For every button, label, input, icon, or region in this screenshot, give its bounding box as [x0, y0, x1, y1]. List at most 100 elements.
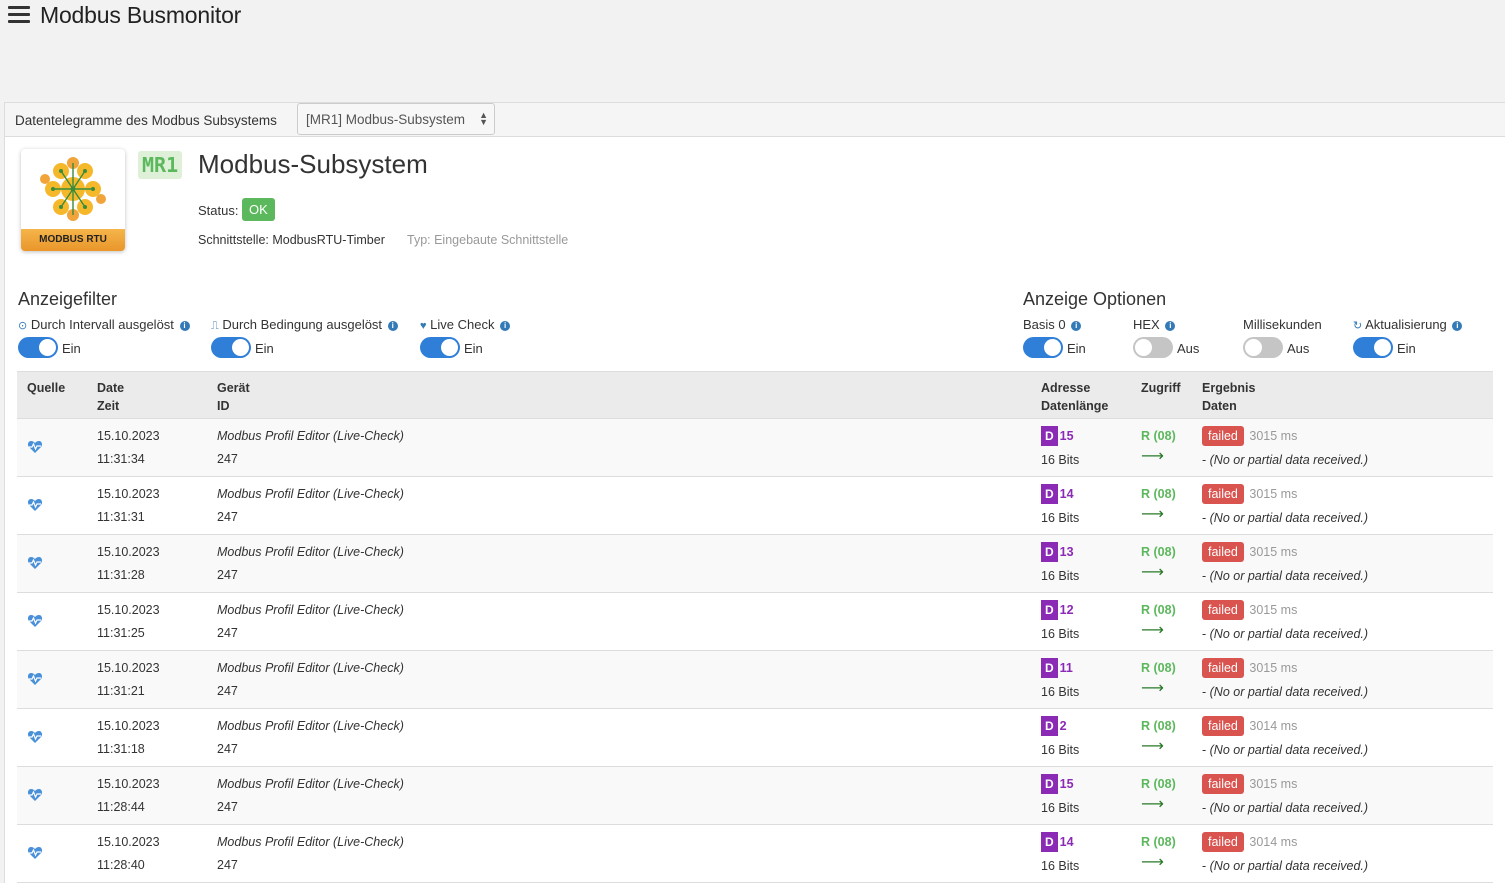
- row-data-type: D: [1041, 600, 1058, 620]
- row-access: R (08): [1141, 545, 1176, 559]
- row-address-number: 2: [1059, 719, 1067, 733]
- row-result: failed 3015 ms: [1202, 426, 1297, 446]
- row-id: 247: [217, 858, 238, 872]
- row-id: 247: [217, 568, 238, 582]
- info-icon[interactable]: i: [1071, 321, 1082, 331]
- options-section-title: Anzeige Optionen: [1023, 289, 1167, 309]
- table-row[interactable]: 15.10.2023 11:31:25 Modbus Profil Editor…: [17, 593, 1493, 651]
- table-row[interactable]: 15.10.2023 11:31:31 Modbus Profil Editor…: [17, 477, 1493, 535]
- row-address-number: 11: [1059, 661, 1073, 675]
- row-data-type: D: [1041, 716, 1058, 736]
- arrow-right-icon: ⟶: [1141, 564, 1164, 581]
- row-access: R (08): [1141, 429, 1176, 443]
- option-basis-toggle[interactable]: [1023, 337, 1063, 358]
- subsystem-select-value: [MR1] Modbus-Subsystem: [306, 112, 466, 127]
- row-time: 11:31:28: [97, 568, 145, 582]
- row-result-badge: failed: [1202, 484, 1244, 504]
- panel-header: Datentelegramme des Modbus Subsystems [M…: [5, 103, 1505, 137]
- row-date: 15.10.2023: [97, 487, 160, 501]
- row-address-number: 14: [1059, 487, 1074, 501]
- table-row[interactable]: 15.10.2023 11:28:44 Modbus Profil Editor…: [17, 767, 1493, 825]
- th-address: Adresse: [1041, 381, 1091, 395]
- row-data-prefix: -: [1202, 743, 1210, 757]
- row-data-type: D: [1041, 426, 1058, 446]
- th-access: Zugriff: [1141, 381, 1181, 395]
- info-icon[interactable]: i: [387, 321, 398, 331]
- row-device: Modbus Profil Editor (Live-Check): [217, 487, 404, 501]
- info-icon[interactable]: i: [1452, 321, 1463, 331]
- row-device: Modbus Profil Editor (Live-Check): [217, 777, 404, 791]
- info-icon[interactable]: i: [500, 321, 511, 331]
- row-date: 15.10.2023: [97, 603, 160, 617]
- th-result: Ergebnis: [1202, 381, 1256, 395]
- row-length: 16 Bits: [1041, 453, 1080, 467]
- row-data-text: (No or partial data received.): [1209, 511, 1369, 525]
- hamburger-menu-icon[interactable]: [8, 6, 30, 24]
- row-duration: 3015 ms: [1249, 603, 1298, 617]
- row-device: Modbus Profil Editor (Live-Check): [217, 835, 404, 849]
- table-row[interactable]: 15.10.2023 11:31:34 Modbus Profil Editor…: [17, 419, 1493, 477]
- row-device: Modbus Profil Editor (Live-Check): [217, 661, 404, 675]
- arrow-right-icon: ⟶: [1141, 796, 1164, 813]
- table-row[interactable]: 15.10.2023 11:28:40 Modbus Profil Editor…: [17, 825, 1493, 883]
- app-title: Modbus Busmonitor: [40, 2, 242, 28]
- row-duration: 3015 ms: [1249, 661, 1298, 675]
- interface-type: Typ: Eingebaute Schnittstelle: [407, 233, 569, 247]
- th-source: Quelle: [27, 381, 66, 395]
- row-access: R (08): [1141, 719, 1176, 733]
- row-length: 16 Bits: [1041, 801, 1080, 815]
- row-data-prefix: -: [1202, 801, 1210, 815]
- heartbeat-icon: [27, 615, 43, 627]
- table-row[interactable]: 15.10.2023 11:31:28 Modbus Profil Editor…: [17, 535, 1493, 593]
- subsystem-select[interactable]: [MR1] Modbus-Subsystem ▲ ▼: [297, 103, 495, 135]
- row-data-text: (No or partial data received.): [1209, 685, 1369, 699]
- row-duration: 3014 ms: [1249, 835, 1298, 849]
- table-row[interactable]: 15.10.2023 11:31:21 Modbus Profil Editor…: [17, 651, 1493, 709]
- info-icon[interactable]: i: [1165, 321, 1176, 331]
- filter-condition-state: Ein: [255, 341, 274, 356]
- filter-livecheck-toggle[interactable]: [420, 337, 460, 358]
- option-hex-toggle[interactable]: [1133, 337, 1173, 358]
- row-duration: 3015 ms: [1249, 545, 1298, 559]
- th-address-length: Adresse Datenlänge: [1041, 379, 1108, 415]
- status-label: Status:: [198, 203, 239, 218]
- row-data-text: (No or partial data received.): [1209, 801, 1369, 815]
- refresh-icon: ↻: [1353, 320, 1363, 332]
- option-basis-label: Basis 0 i: [1023, 317, 1082, 332]
- panel-header-title: Datentelegramme des Modbus Subsystems: [15, 113, 277, 128]
- option-ms-state: Aus: [1287, 341, 1310, 356]
- row-data-prefix: -: [1202, 627, 1210, 641]
- option-refresh-text: Aktualisierung: [1365, 317, 1447, 332]
- option-ms-text: Millisekunden: [1243, 317, 1322, 332]
- row-address-number: 15: [1059, 429, 1074, 443]
- table-header: Quelle Date Zeit Gerät ID Adresse Datenl…: [17, 371, 1493, 419]
- row-result-badge: failed: [1202, 774, 1244, 794]
- row-length: 16 Bits: [1041, 511, 1080, 525]
- row-data-text: (No or partial data received.): [1209, 743, 1369, 757]
- option-ms-toggle[interactable]: [1243, 337, 1283, 358]
- row-result-badge: failed: [1202, 716, 1244, 736]
- arrow-right-icon: ⟶: [1141, 448, 1164, 465]
- row-address-number: 15: [1059, 777, 1074, 791]
- filter-interval-state: Ein: [62, 341, 81, 356]
- th-date: Date: [97, 381, 125, 395]
- row-id: 247: [217, 684, 238, 698]
- table-row[interactable]: 15.10.2023 11:31:18 Modbus Profil Editor…: [17, 709, 1493, 767]
- heartbeat-icon: [27, 789, 43, 801]
- filter-livecheck-state: Ein: [464, 341, 483, 356]
- heartbeat-icon: [27, 441, 43, 453]
- row-id: 247: [217, 510, 238, 524]
- filter-interval-toggle[interactable]: [18, 337, 58, 358]
- row-data-type: D: [1041, 774, 1058, 794]
- row-data: - (No or partial data received.): [1202, 453, 1368, 467]
- row-result-badge: failed: [1202, 542, 1244, 562]
- option-refresh-toggle[interactable]: [1353, 337, 1393, 358]
- row-access: R (08): [1141, 777, 1176, 791]
- row-length: 16 Bits: [1041, 859, 1080, 873]
- filter-condition-toggle[interactable]: [211, 337, 251, 358]
- logo-label: MODBUS RTU: [21, 229, 125, 251]
- row-data-text: (No or partial data received.): [1209, 453, 1369, 467]
- row-data: - (No or partial data received.): [1202, 511, 1368, 525]
- info-icon[interactable]: i: [179, 321, 190, 331]
- row-device: Modbus Profil Editor (Live-Check): [217, 603, 404, 617]
